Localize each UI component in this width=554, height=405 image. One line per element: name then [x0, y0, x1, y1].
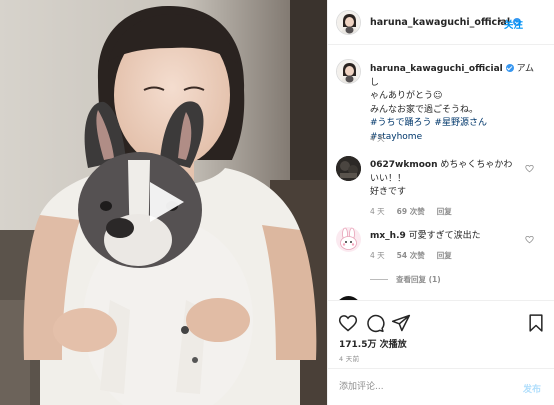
play-button[interactable]	[138, 176, 190, 228]
comment-time: 4 天	[370, 207, 385, 216]
verified-badge-icon	[505, 64, 514, 72]
caption-text-line2: ゃんありがとう☺︎	[370, 91, 443, 101]
comment-likes-count[interactable]: 69 次赞	[397, 207, 425, 216]
post-comment-button[interactable]: 发布	[523, 382, 541, 395]
comment-username[interactable]: mx_h.9	[370, 231, 406, 241]
view-count[interactable]: 171.5万 次播放	[339, 337, 407, 350]
caption-meta: 4 天	[370, 133, 397, 144]
instagram-post-modal: haruna_kawaguchi_official • 关注 haruna_ka…	[0, 0, 554, 405]
separator-dot: •	[497, 17, 503, 27]
caption-time: 4 天	[370, 134, 385, 143]
replies-divider-line	[370, 279, 388, 280]
comment-2: mx_h.9 可愛すぎて涙出た	[370, 230, 535, 244]
comment-username[interactable]: 0627wkmoon	[370, 160, 438, 170]
comment-icon[interactable]	[365, 313, 385, 333]
comment-avatar[interactable]	[336, 227, 361, 252]
post-timestamp[interactable]: 4 天前	[339, 353, 359, 363]
post-video[interactable]	[0, 0, 327, 405]
comment-text-line3: 好きです	[370, 187, 407, 197]
post-caption: haruna_kawaguchi_official アムし ゃんありがとう☺︎ …	[370, 63, 535, 144]
post-header: haruna_kawaguchi_official • 关注	[328, 0, 554, 45]
bookmark-icon[interactable]	[526, 313, 546, 333]
comment-like-heart-icon[interactable]	[525, 164, 534, 173]
comment-text-line2: いい！！	[370, 173, 407, 184]
comment-avatar[interactable]	[336, 156, 361, 181]
caption-text-line3: みんなお家で過ごそうね。	[370, 104, 479, 115]
comments-section[interactable]: haruna_kawaguchi_official アムし ゃんありがとう☺︎ …	[328, 46, 554, 300]
avatar-image	[336, 156, 361, 181]
hashtag-link[interactable]: #うちで踊ろう	[370, 118, 432, 128]
post-sidebar: haruna_kawaguchi_official • 关注 haruna_ka…	[327, 0, 554, 405]
follow-button[interactable]: 关注	[504, 17, 523, 31]
hashtag-link[interactable]: #星野源さん	[434, 118, 487, 128]
paper-plane-icon[interactable]	[391, 313, 411, 333]
author-avatar[interactable]	[336, 10, 361, 35]
author-username-text[interactable]: haruna_kawaguchi_official	[370, 17, 510, 28]
comment-like-heart-icon[interactable]	[525, 235, 534, 244]
add-comment-input[interactable]	[339, 379, 499, 395]
view-replies-label[interactable]: 查看回复 (1)	[396, 275, 441, 284]
view-replies-button[interactable]: 查看回复 (1)	[370, 274, 441, 285]
comment-text-line1: 可愛すぎて涙出た	[408, 231, 481, 241]
reply-button[interactable]: 回复	[437, 251, 452, 260]
avatar-image	[337, 11, 360, 34]
comment-2-meta: 4 天 54 次赞 回复	[370, 250, 464, 261]
play-icon	[150, 182, 184, 222]
comment-likes-count[interactable]: 54 次赞	[397, 251, 425, 260]
caption-author-avatar[interactable]	[336, 59, 361, 84]
comment-time: 4 天	[370, 251, 385, 260]
caption-username[interactable]: haruna_kawaguchi_official	[370, 64, 503, 74]
comment-1: 0627wkmoon めちゃくちゃかわ いい！！ 好きです	[370, 159, 535, 200]
reply-button[interactable]: 回复	[437, 207, 452, 216]
comment-text-line1: めちゃくちゃかわ	[440, 160, 513, 170]
avatar-image	[337, 60, 360, 83]
post-actions: 171.5万 次播放 4 天前	[328, 300, 554, 363]
bunny-avatar-image	[336, 227, 361, 252]
heart-icon[interactable]	[338, 313, 358, 333]
comment-1-meta: 4 天 69 次赞 回复	[370, 206, 464, 217]
comment-composer: 发布	[328, 368, 554, 405]
